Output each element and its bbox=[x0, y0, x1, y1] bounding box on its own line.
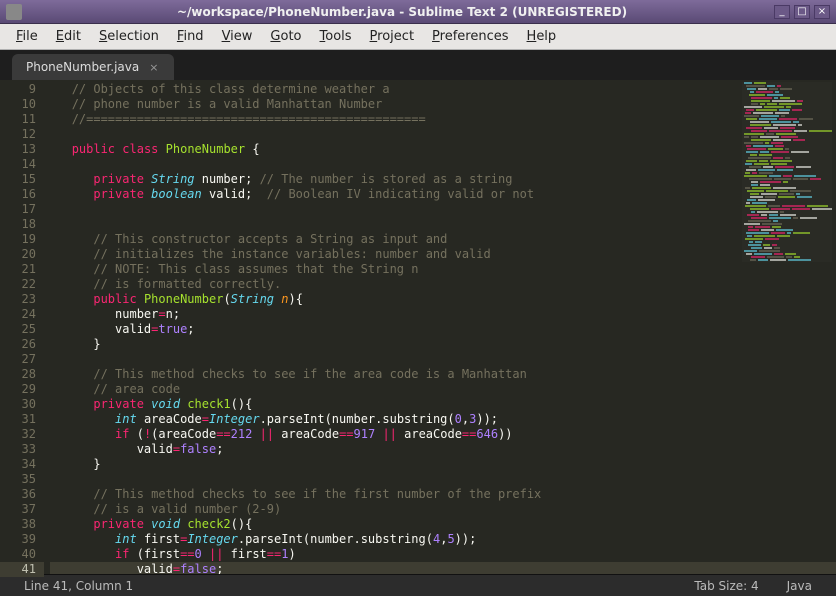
menubar: File Edit Selection Find View Goto Tools… bbox=[0, 24, 836, 50]
code-line[interactable] bbox=[50, 352, 836, 367]
code-line[interactable] bbox=[50, 217, 836, 232]
line-number: 24 bbox=[0, 307, 36, 322]
code-line[interactable]: // initializes the instance variables: n… bbox=[50, 247, 836, 262]
code-line[interactable]: public PhoneNumber(String n){ bbox=[50, 292, 836, 307]
line-number: 31 bbox=[0, 412, 36, 427]
line-number: 11 bbox=[0, 112, 36, 127]
status-language[interactable]: Java bbox=[773, 579, 826, 593]
line-number: 27 bbox=[0, 352, 36, 367]
line-number: 30 bbox=[0, 397, 36, 412]
code-line[interactable]: // area code bbox=[50, 382, 836, 397]
titlebar: ~/workspace/PhoneNumber.java - Sublime T… bbox=[0, 0, 836, 24]
tab-label: PhoneNumber.java bbox=[26, 60, 139, 74]
status-tabsize[interactable]: Tab Size: 4 bbox=[680, 579, 772, 593]
line-gutter: 9101112131415161718192021222324252627282… bbox=[0, 80, 44, 574]
code-line[interactable]: int first=Integer.parseInt(number.substr… bbox=[50, 532, 836, 547]
line-number: 37 bbox=[0, 502, 36, 517]
menu-tools[interactable]: Tools bbox=[312, 26, 360, 47]
line-number: 21 bbox=[0, 262, 36, 277]
menu-preferences[interactable]: Preferences bbox=[424, 26, 516, 47]
line-number: 10 bbox=[0, 97, 36, 112]
line-number: 32 bbox=[0, 427, 36, 442]
code-line[interactable]: private void check2(){ bbox=[50, 517, 836, 532]
line-number: 39 bbox=[0, 532, 36, 547]
code-area[interactable]: // Objects of this class determine weath… bbox=[44, 80, 836, 574]
line-number: 18 bbox=[0, 217, 36, 232]
minimap[interactable] bbox=[742, 82, 832, 262]
code-line[interactable]: // This method checks to see if the area… bbox=[50, 367, 836, 382]
code-line[interactable]: } bbox=[50, 457, 836, 472]
code-line[interactable]: //======================================… bbox=[50, 112, 836, 127]
code-line[interactable]: // is formatted correctly. bbox=[50, 277, 836, 292]
line-number: 14 bbox=[0, 157, 36, 172]
code-line[interactable]: valid=false; bbox=[50, 562, 836, 574]
code-line[interactable]: // Objects of this class determine weath… bbox=[50, 82, 836, 97]
code-line[interactable]: // phone number is a valid Manhattan Num… bbox=[50, 97, 836, 112]
code-line[interactable]: // is a valid number (2-9) bbox=[50, 502, 836, 517]
menu-find[interactable]: Find bbox=[169, 26, 212, 47]
code-line[interactable] bbox=[50, 157, 836, 172]
line-number: 22 bbox=[0, 277, 36, 292]
code-line[interactable] bbox=[50, 472, 836, 487]
line-number: 20 bbox=[0, 247, 36, 262]
code-line[interactable] bbox=[50, 127, 836, 142]
code-line[interactable]: private boolean valid; // Boolean IV ind… bbox=[50, 187, 836, 202]
maximize-button[interactable]: □ bbox=[794, 5, 810, 19]
tab-close-icon[interactable]: × bbox=[149, 61, 158, 74]
editor[interactable]: 9101112131415161718192021222324252627282… bbox=[0, 80, 836, 574]
code-line[interactable] bbox=[50, 202, 836, 217]
code-line[interactable]: if (first==0 || first==1) bbox=[50, 547, 836, 562]
code-line[interactable]: valid=true; bbox=[50, 322, 836, 337]
minimize-button[interactable]: _ bbox=[774, 5, 790, 19]
line-number: 16 bbox=[0, 187, 36, 202]
line-number: 36 bbox=[0, 487, 36, 502]
menu-help[interactable]: Help bbox=[519, 26, 565, 47]
line-number: 41 bbox=[0, 562, 44, 577]
line-number: 34 bbox=[0, 457, 36, 472]
statusbar: Line 41, Column 1 Tab Size: 4 Java bbox=[0, 574, 836, 596]
code-line[interactable]: private void check1(){ bbox=[50, 397, 836, 412]
line-number: 17 bbox=[0, 202, 36, 217]
code-line[interactable]: int areaCode=Integer.parseInt(number.sub… bbox=[50, 412, 836, 427]
close-button[interactable]: × bbox=[814, 5, 830, 19]
menu-file[interactable]: File bbox=[8, 26, 46, 47]
line-number: 29 bbox=[0, 382, 36, 397]
code-line[interactable]: number=n; bbox=[50, 307, 836, 322]
line-number: 28 bbox=[0, 367, 36, 382]
window-controls: _ □ × bbox=[774, 5, 830, 19]
code-line[interactable]: // This method checks to see if the firs… bbox=[50, 487, 836, 502]
line-number: 13 bbox=[0, 142, 36, 157]
menu-project[interactable]: Project bbox=[362, 26, 423, 47]
code-line[interactable]: if (!(areaCode==212 || areaCode==917 || … bbox=[50, 427, 836, 442]
code-line[interactable]: // NOTE: This class assumes that the Str… bbox=[50, 262, 836, 277]
code-line[interactable]: // This constructor accepts a String as … bbox=[50, 232, 836, 247]
line-number: 23 bbox=[0, 292, 36, 307]
code-line[interactable]: private String number; // The number is … bbox=[50, 172, 836, 187]
tab-phonenumber[interactable]: PhoneNumber.java × bbox=[12, 54, 174, 80]
menu-edit[interactable]: Edit bbox=[48, 26, 89, 47]
tabbar: PhoneNumber.java × bbox=[0, 50, 836, 80]
line-number: 12 bbox=[0, 127, 36, 142]
line-number: 35 bbox=[0, 472, 36, 487]
line-number: 40 bbox=[0, 547, 36, 562]
line-number: 15 bbox=[0, 172, 36, 187]
line-number: 9 bbox=[0, 82, 36, 97]
menu-view[interactable]: View bbox=[214, 26, 261, 47]
menu-goto[interactable]: Goto bbox=[262, 26, 309, 47]
line-number: 19 bbox=[0, 232, 36, 247]
code-line[interactable]: } bbox=[50, 337, 836, 352]
window-title: ~/workspace/PhoneNumber.java - Sublime T… bbox=[30, 5, 774, 19]
menu-selection[interactable]: Selection bbox=[91, 26, 167, 47]
status-position[interactable]: Line 41, Column 1 bbox=[10, 579, 147, 593]
line-number: 33 bbox=[0, 442, 36, 457]
code-line[interactable]: valid=false; bbox=[50, 442, 836, 457]
line-number: 38 bbox=[0, 517, 36, 532]
line-number: 25 bbox=[0, 322, 36, 337]
code-line[interactable]: public class PhoneNumber { bbox=[50, 142, 836, 157]
line-number: 26 bbox=[0, 337, 36, 352]
app-icon bbox=[6, 4, 22, 20]
